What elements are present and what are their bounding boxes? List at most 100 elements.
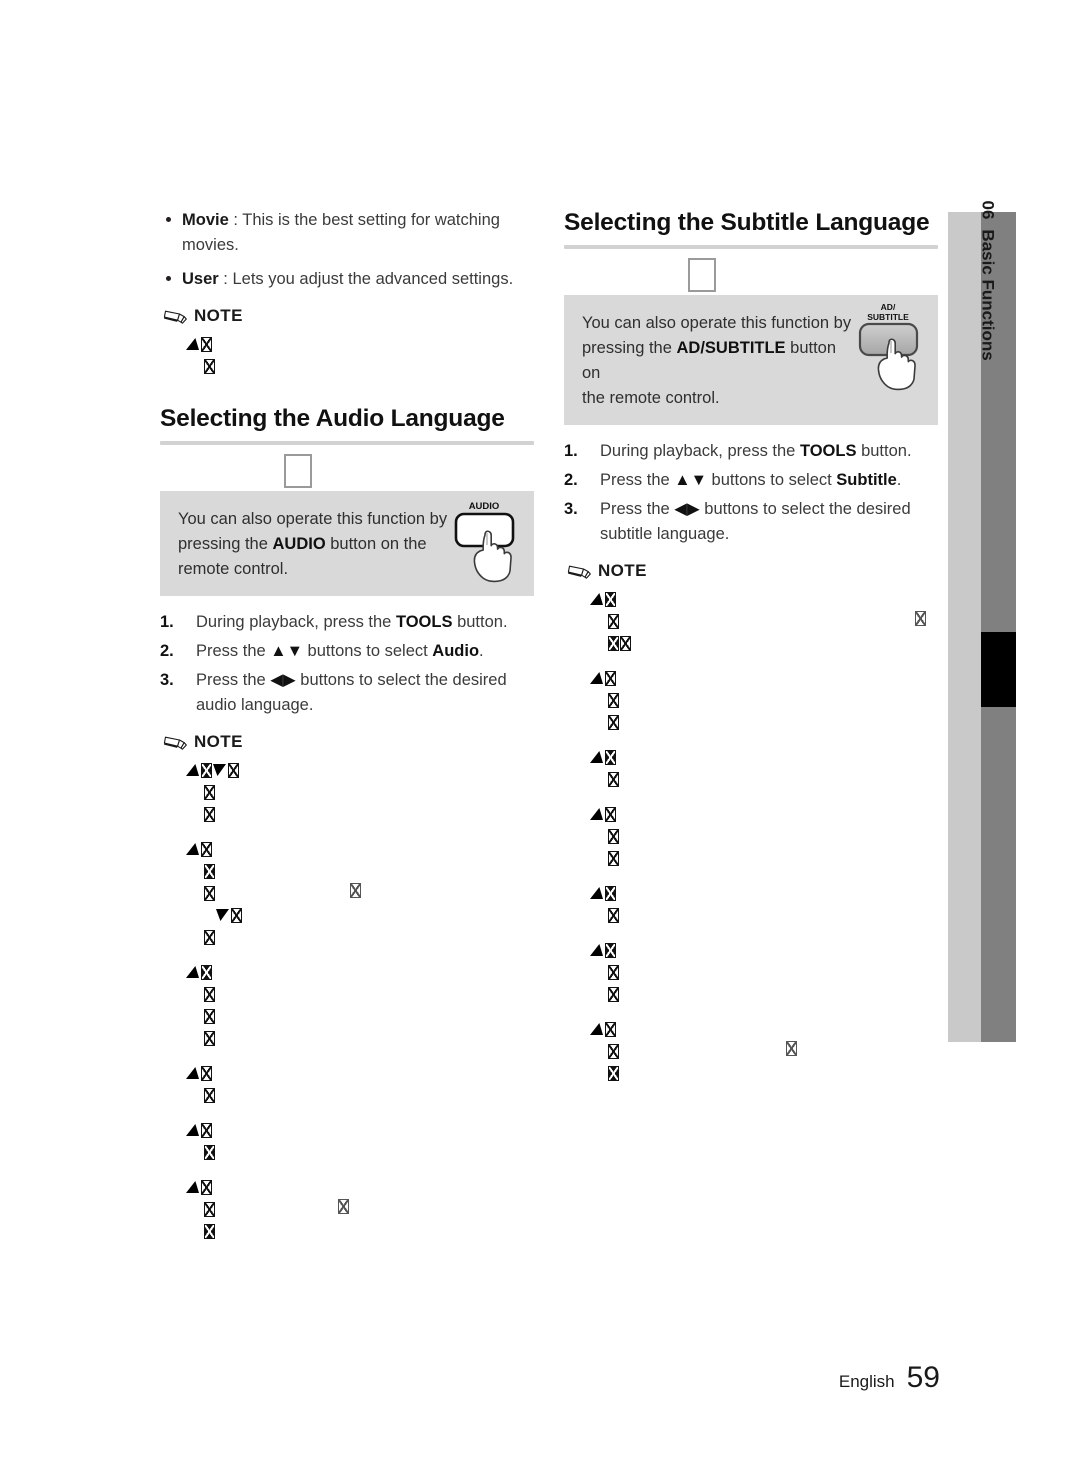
missing-glyph-box — [608, 829, 619, 844]
note-heading: NOTE — [162, 732, 534, 754]
adsubtitle-button-name: AD/SUBTITLE — [676, 339, 786, 357]
missing-glyph-box — [204, 1202, 215, 1217]
chapter-title: Basic Functions — [978, 229, 998, 361]
step-number: 3. — [160, 671, 174, 689]
tofu-line — [186, 1063, 534, 1085]
missing-glyph-box — [201, 965, 212, 980]
step-number: 1. — [564, 442, 578, 460]
step-text-pre: Press the — [196, 671, 271, 689]
step-text-pre: Press the — [196, 642, 271, 660]
missing-glyph-box — [605, 886, 616, 901]
tofu-line — [186, 1142, 534, 1164]
missing-glyph-box — [605, 671, 616, 686]
bullet-separator: : — [228, 211, 243, 229]
missing-glyph-box — [201, 842, 212, 857]
adsubtitle-remote-button-illustration: AD/ SUBTITLE — [858, 302, 919, 391]
missing-glyph-box — [204, 987, 215, 1002]
tofu-line — [590, 690, 938, 712]
step-text-mid: buttons to select — [706, 471, 837, 489]
tofu-line — [590, 633, 938, 655]
step-text-pre: During playback, press the — [196, 613, 396, 631]
triangle-marker-icon — [590, 808, 603, 820]
tofu-line — [186, 962, 534, 984]
pencil-icon — [163, 736, 187, 750]
tofu-group — [186, 334, 534, 378]
triangle-marker-icon — [186, 843, 199, 855]
step-text-mid: buttons to select the desired — [295, 671, 507, 689]
missing-glyph-box — [204, 785, 215, 800]
step-text-pre: During playback, press the — [600, 442, 800, 460]
subtitle-steps: 1. During playback, press the TOOLS butt… — [564, 439, 938, 547]
tofu-line — [590, 848, 938, 870]
missing-glyph-box — [608, 693, 619, 708]
tofu-line — [186, 804, 534, 826]
step-item: 3. Press the ◀▶ buttons to select the de… — [160, 668, 534, 718]
missing-glyph-box — [204, 359, 215, 374]
tofu-line — [186, 1006, 534, 1028]
triangle-marker-icon — [216, 909, 229, 921]
step-item: 2. Press the ▲▼ buttons to select Subtit… — [564, 468, 938, 493]
step-text-post: button. — [452, 613, 508, 631]
tofu-line — [590, 611, 938, 633]
tofu-line — [186, 1221, 534, 1243]
audio-remote-button-illustration: AUDIO — [454, 501, 515, 583]
tofu-line — [186, 334, 534, 356]
tofu-line — [590, 984, 938, 1006]
missing-glyph-box — [620, 636, 631, 651]
missing-glyph-box — [204, 930, 215, 945]
triangle-marker-icon — [590, 672, 603, 684]
tofu-group — [590, 883, 938, 927]
tofu-group — [186, 1177, 534, 1243]
info-line-2-pre: pressing the — [178, 535, 273, 553]
tofu-line — [590, 769, 938, 791]
step-number: 3. — [564, 500, 578, 518]
step-item: 2. Press the ▲▼ buttons to select Audio. — [160, 639, 534, 664]
missing-glyph-box — [786, 1041, 797, 1056]
note-label: NOTE — [194, 306, 243, 325]
pencil-icon — [163, 310, 187, 324]
step-item: 3. Press the ◀▶ buttons to select the de… — [564, 497, 938, 547]
info-line-3: remote control. — [178, 560, 289, 578]
list-item: Movie : This is the best setting for wat… — [160, 208, 534, 258]
updown-arrows-icon: ▲▼ — [674, 471, 707, 489]
missing-glyph-box — [204, 1009, 215, 1024]
missing-glyph-box — [608, 851, 619, 866]
step-item: 1. During playback, press the TOOLS butt… — [564, 439, 938, 464]
subtitle-menu-name: Subtitle — [836, 471, 897, 489]
disc-type-placeholder-icon — [284, 454, 312, 488]
footer-language: English — [838, 1372, 895, 1391]
audio-menu-name: Audio — [432, 642, 480, 660]
info-line-1: You can also operate this function by — [582, 314, 852, 332]
missing-glyph-box — [204, 886, 215, 901]
tofu-line — [186, 356, 534, 378]
missing-glyph-box — [605, 943, 616, 958]
footer-page-number: 59 — [906, 1361, 940, 1394]
missing-glyph-box — [608, 636, 619, 651]
bullet-text: Lets you adjust the advanced settings. — [232, 270, 514, 288]
tofu-line — [590, 962, 938, 984]
tofu-line — [590, 712, 938, 734]
triangle-marker-icon — [186, 1124, 199, 1136]
bullet-dot-icon — [166, 276, 171, 281]
tofu-line — [186, 1177, 534, 1199]
tofu-group — [186, 1120, 534, 1164]
triangle-marker-icon — [186, 764, 199, 776]
step-text-post: button. — [856, 442, 912, 460]
info-line-2-pre: pressing the — [582, 339, 677, 357]
step-item: 1. During playback, press the TOOLS butt… — [160, 610, 534, 635]
pencil-icon — [567, 565, 591, 579]
tofu-line — [590, 1019, 938, 1041]
tofu-line — [590, 826, 938, 848]
step-text-post: audio language. — [196, 696, 314, 714]
missing-glyph-box — [605, 807, 616, 822]
tofu-line — [186, 1085, 534, 1107]
audio-button-name: AUDIO — [272, 535, 326, 553]
tofu-line — [186, 1028, 534, 1050]
tofu-line — [590, 1041, 938, 1063]
tofu-line — [186, 782, 534, 804]
leftright-arrows-icon: ◀▶ — [674, 500, 700, 518]
note-body-unrendered-1 — [186, 334, 534, 378]
missing-glyph-box — [201, 337, 212, 352]
tofu-line — [590, 804, 938, 826]
section-subtitle-language: Selecting the Subtitle Language You can … — [564, 208, 938, 1085]
